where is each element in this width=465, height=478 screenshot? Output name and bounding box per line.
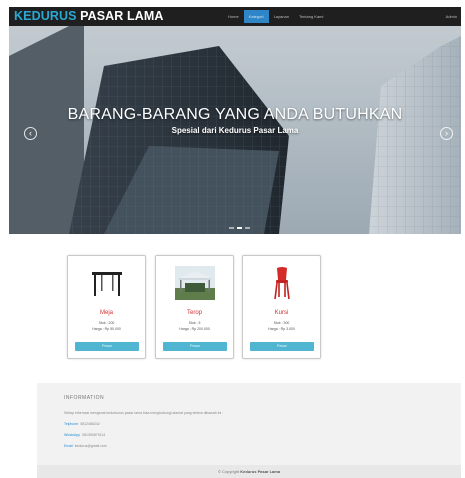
nav-item-layanan[interactable]: Layanan [269, 10, 294, 23]
order-button[interactable]: Pesan [163, 342, 227, 351]
nav-menu: Home Kategori Layanan Tentang Kami [223, 10, 328, 23]
carousel-indicator[interactable] [245, 227, 250, 229]
nav-item-admin[interactable]: Admin [446, 10, 457, 23]
chair-icon [261, 265, 303, 301]
contact-whatsapp: WhatsApp 081350879114 [64, 433, 105, 437]
product-card-meja: Meja Stok : 200 Harga : Rp 50.000 Pesan [67, 255, 146, 359]
contact-email: Email kedurus@gmail.com [64, 444, 107, 448]
copyright-prefix: © Copyright [217, 469, 241, 474]
carousel-indicator[interactable] [229, 227, 234, 229]
product-name: Meja [99, 310, 113, 316]
footer-description: Setiap informasi mengenai kedurkurus pas… [64, 411, 224, 415]
nav-item-tentang-kami[interactable]: Tentang Kami [294, 10, 328, 23]
product-name: Terop [186, 310, 202, 316]
product-price: Harga : Rp 3.000 [268, 327, 295, 331]
brand-logo[interactable]: KEDURUS PASAR LAMA [14, 10, 164, 23]
hero-subtitle: Spesial dari Kedurus Pasar Lama [171, 126, 299, 135]
contact-label: WhatsApp [64, 433, 81, 437]
table-icon [86, 265, 128, 301]
product-stock: Stok : 5 [188, 321, 201, 325]
order-button[interactable]: Pesan [250, 342, 314, 351]
chevron-right-icon[interactable]: › [440, 127, 453, 140]
nav-item-kategori[interactable]: Kategori [243, 10, 269, 23]
contact-label: Telphone [64, 422, 79, 426]
product-price: Harga : Rp 50.000 [92, 327, 121, 331]
brand-first-word: KEDURUS [14, 9, 77, 23]
hero-carousel: BARANG-BARANG YANG ANDA BUTUHKAN Spesial… [9, 26, 461, 234]
navbar: KEDURUS PASAR LAMA Home Kategori Layanan… [9, 7, 461, 26]
order-button[interactable]: Pesan [75, 342, 139, 351]
copyright-bar: © Copyright Kedurus Pasar Lama [37, 465, 461, 478]
chevron-left-icon[interactable]: ‹ [24, 127, 37, 140]
carousel-indicator[interactable] [237, 227, 242, 229]
product-name: Kursi [274, 310, 289, 316]
contact-value: 0812456242 [80, 422, 100, 426]
product-stock: Stok : 300 [273, 321, 290, 325]
hero-title: BARANG-BARANG YANG ANDA BUTUHKAN [67, 106, 403, 123]
contact-value[interactable]: kedurus@gmail.com [75, 444, 107, 448]
product-card-kursi: Kursi Stok : 300 Harga : Rp 3.000 Pesan [242, 255, 321, 359]
carousel-indicators [229, 227, 250, 229]
contact-value: 081350879114 [82, 433, 106, 437]
footer-information: INFORMATION Setiap informasi mengenai ke… [37, 383, 461, 465]
brand-second-word: PASAR LAMA [76, 9, 164, 23]
contact-telephone: Telphone 0812456242 [64, 422, 100, 426]
product-stock: Stok : 200 [98, 321, 115, 325]
tent-icon [174, 265, 216, 301]
copyright-brand: Kedurus Pasar Lama [240, 469, 281, 474]
footer-heading: INFORMATION [64, 395, 105, 401]
product-price: Harga : Rp 200.000 [179, 327, 210, 331]
contact-label: Email [64, 444, 73, 448]
product-card-terop: Terop Stok : 5 Harga : Rp 200.000 Pesan [155, 255, 234, 359]
nav-item-home[interactable]: Home [223, 10, 244, 23]
